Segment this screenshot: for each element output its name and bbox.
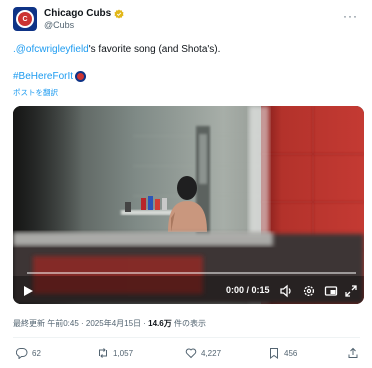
mention-link[interactable]: .@ofcwrigleyfield bbox=[13, 44, 89, 55]
hashtag-link[interactable]: #BeHereForIt bbox=[13, 71, 73, 82]
video-player[interactable]: 0:00 / 0:15 bbox=[13, 106, 364, 304]
cubs-hashflag-icon bbox=[75, 71, 87, 82]
settings-icon[interactable] bbox=[302, 284, 316, 298]
tweet-text: .@ofcwrigleyfield's favorite song (and S… bbox=[13, 43, 220, 57]
bookmark-icon bbox=[270, 348, 278, 359]
cubs-logo-icon: C bbox=[16, 10, 34, 28]
timestamp[interactable]: 最終更新 午前0:45 · 2025年4月15日 · bbox=[13, 319, 148, 328]
account-names: Chicago Cubs @Cubs bbox=[44, 8, 124, 30]
verified-badge-icon bbox=[114, 9, 124, 19]
play-icon[interactable] bbox=[22, 285, 34, 297]
like-icon bbox=[185, 348, 197, 359]
bookmark-button[interactable]: 456 bbox=[268, 347, 297, 359]
share-icon bbox=[348, 347, 358, 358]
view-count-label: 件の表示 bbox=[171, 319, 206, 328]
view-count: 14.6万 bbox=[148, 319, 172, 328]
video-controls: 0:00 / 0:15 bbox=[13, 282, 364, 300]
tweet-text-body: 's favorite song (and Shota's). bbox=[88, 44, 221, 55]
translate-post-link[interactable]: ポストを翻訳 bbox=[13, 87, 58, 98]
tweet-header: C Chicago Cubs @Cubs bbox=[13, 7, 124, 31]
action-bar: 62 1,057 4,227 456 bbox=[13, 347, 364, 361]
repost-count: 1,057 bbox=[113, 348, 134, 358]
like-count: 4,227 bbox=[201, 348, 222, 358]
more-options-icon[interactable]: ··· bbox=[343, 9, 358, 23]
hashtag-line: #BeHereForIt bbox=[13, 71, 87, 82]
reply-count: 62 bbox=[32, 348, 41, 358]
share-button[interactable] bbox=[347, 347, 363, 359]
repost-icon bbox=[99, 348, 107, 358]
bookmark-count: 456 bbox=[284, 348, 298, 358]
reply-button[interactable]: 62 bbox=[16, 347, 41, 359]
fullscreen-icon[interactable] bbox=[344, 284, 358, 298]
handle[interactable]: @Cubs bbox=[44, 20, 124, 30]
video-frame bbox=[13, 106, 364, 304]
display-name-row[interactable]: Chicago Cubs bbox=[44, 8, 124, 20]
divider bbox=[13, 337, 360, 338]
video-time: 0:00 / 0:15 bbox=[226, 285, 270, 295]
tweet-meta: 最終更新 午前0:45 · 2025年4月15日 · 14.6万 件の表示 bbox=[13, 318, 206, 329]
reply-icon bbox=[16, 347, 28, 359]
repost-button[interactable]: 1,057 bbox=[97, 347, 133, 359]
video-progress-bar[interactable] bbox=[27, 272, 356, 274]
display-name[interactable]: Chicago Cubs bbox=[44, 8, 111, 20]
like-button[interactable]: 4,227 bbox=[185, 347, 221, 359]
avatar[interactable]: C bbox=[13, 7, 37, 31]
fullscreen-exit-icon[interactable] bbox=[324, 284, 338, 298]
volume-icon[interactable] bbox=[279, 284, 293, 298]
